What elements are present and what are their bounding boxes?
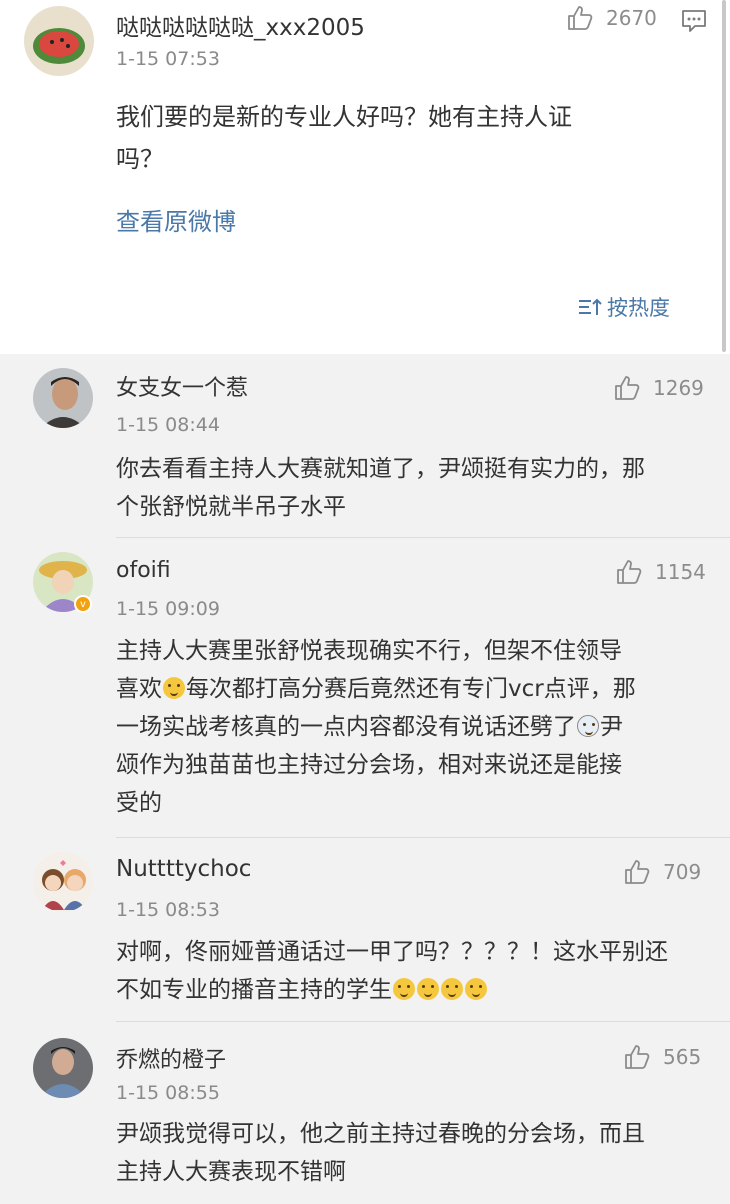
reply-text-line: 主持人大赛里张舒悦表现确实不行，但架不住领导 <box>116 638 622 664</box>
reply-text-segment: 尹 <box>600 714 623 740</box>
emoji-icon <box>163 677 185 699</box>
reply-like-count: 565 <box>663 1045 702 1069</box>
reply-text-segment: 不如专业的播音主持的学生 <box>116 977 392 1003</box>
sort-by-heat-button[interactable]: 按热度 <box>577 292 670 322</box>
reply-like-count: 1154 <box>655 560 706 584</box>
sort-icon <box>579 298 602 315</box>
main-post-text-line1: 我们要的是新的专业人好吗？她有主持人证 <box>116 103 572 131</box>
reply-text-segment: 一场实战考核真的一点内容都没有说话还劈了 <box>116 714 576 740</box>
scrollbar[interactable] <box>722 0 726 352</box>
emoji-icon <box>393 978 415 1000</box>
reply-text-line: 喜欢 每次都打高分赛后竟然还有专门vcr点评，那 <box>116 670 706 708</box>
reply-like-button[interactable]: 1269 <box>613 374 704 402</box>
reply-text-line: 一场实战考核真的一点内容都没有说话还劈了尹 <box>116 708 706 746</box>
main-post-avatar[interactable] <box>24 6 94 76</box>
comment-button[interactable] <box>680 8 708 34</box>
reply-username[interactable]: Nuttttychoc <box>116 856 251 882</box>
reply-time: 1-15 09:09 <box>116 598 220 620</box>
thumbs-up-icon <box>615 376 640 400</box>
reply-text-line: 个张舒悦就半吊子水平 <box>116 494 346 520</box>
emoji-icon <box>417 978 439 1000</box>
reply-avatar[interactable] <box>33 368 93 428</box>
emoji-icon <box>577 715 599 737</box>
reply-time: 1-15 08:53 <box>116 899 220 921</box>
reply-like-count: 709 <box>663 860 702 884</box>
main-post-text-line2: 吗？ <box>116 145 164 173</box>
main-post-time: 1-15 07:53 <box>116 48 220 70</box>
reply-text-line: 你去看看主持人大赛就知道了，尹颂挺有实力的，那 <box>116 456 645 482</box>
reply-username[interactable]: 女支女一个惹 <box>116 370 248 402</box>
verified-badge-icon: v <box>74 595 92 613</box>
reply-like-button[interactable]: 565 <box>623 1043 701 1071</box>
sort-label: 按热度 <box>607 296 670 320</box>
reply-like-button[interactable]: 709 <box>623 858 701 886</box>
reply-text-line: 对啊，佟丽娅普通话过一甲了吗？？？？！这水平别还 <box>116 939 668 965</box>
reply-avatar[interactable] <box>33 1038 93 1098</box>
reply-item: 乔燃的橙子 1-15 08:55 565 尹颂我觉得可以，他之前主持过春晚的分会… <box>0 1022 730 1204</box>
main-post: 哒哒哒哒哒哒_xxx2005 1-15 07:53 2670 我们要的是新的专业… <box>0 0 730 354</box>
reply-text-line: 不如专业的播音主持的学生 <box>116 971 706 1009</box>
reply-item: Nuttttychoc 1-15 08:53 709 对啊，佟丽娅普通话过一甲了… <box>0 838 730 1022</box>
reply-text: 主持人大赛里张舒悦表现确实不行，但架不住领导 喜欢 每次都打高分赛后竟然还有专门v… <box>116 632 706 822</box>
reply-text-line: 受的 <box>116 790 162 816</box>
reply-avatar[interactable] <box>33 852 93 912</box>
reply-text: 尹颂我觉得可以，他之前主持过春晚的分会场，而且 主持人大赛表现不错啊 <box>116 1115 706 1191</box>
reply-username[interactable]: ofoifi <box>116 558 171 583</box>
reply-time: 1-15 08:55 <box>116 1082 220 1104</box>
reply-text-line: 主持人大赛表现不错啊 <box>116 1159 346 1185</box>
reply-like-button[interactable]: 1154 <box>615 558 706 586</box>
thumbs-up-icon <box>625 1045 650 1069</box>
reply-like-count: 1269 <box>653 376 704 400</box>
reply-item: 女支女一个惹 1-15 08:44 1269 你去看看主持人大赛就知道了，尹颂挺… <box>0 354 730 538</box>
reply-text-line: 颂作为独苗苗也主持过分会场，相对来说还是能接 <box>116 752 622 778</box>
main-post-username[interactable]: 哒哒哒哒哒哒_xxx2005 <box>116 8 365 42</box>
reply-list: 女支女一个惹 1-15 08:44 1269 你去看看主持人大赛就知道了，尹颂挺… <box>0 354 730 1204</box>
thumbs-up-icon <box>617 560 642 584</box>
comment-icon <box>682 10 706 32</box>
reply-text: 你去看看主持人大赛就知道了，尹颂挺有实力的，那 个张舒悦就半吊子水平 <box>116 450 706 526</box>
emoji-icon <box>465 978 487 1000</box>
reply-text: 对啊，佟丽娅普通话过一甲了吗？？？？！这水平别还 不如专业的播音主持的学生 <box>116 933 706 1009</box>
reply-text-line: 尹颂我觉得可以，他之前主持过春晚的分会场，而且 <box>116 1121 645 1147</box>
reply-time: 1-15 08:44 <box>116 414 220 436</box>
reply-item: v ofoifi 1-15 09:09 1154 主持人大赛里张舒悦表现确实不行… <box>0 538 730 838</box>
thumbs-up-icon <box>625 860 650 884</box>
reply-username[interactable]: 乔燃的橙子 <box>116 1042 226 1074</box>
thumbs-up-icon <box>568 6 593 30</box>
reply-text-segment: 喜欢 <box>116 676 162 702</box>
emoji-icon <box>441 978 463 1000</box>
view-original-link[interactable]: 查看原微博 <box>116 202 236 237</box>
reply-text-segment: 每次都打高分赛后竟然还有专门vcr点评，那 <box>186 676 636 702</box>
main-post-like-count: 2670 <box>606 6 657 30</box>
main-post-like-button[interactable]: 2670 <box>566 4 657 32</box>
